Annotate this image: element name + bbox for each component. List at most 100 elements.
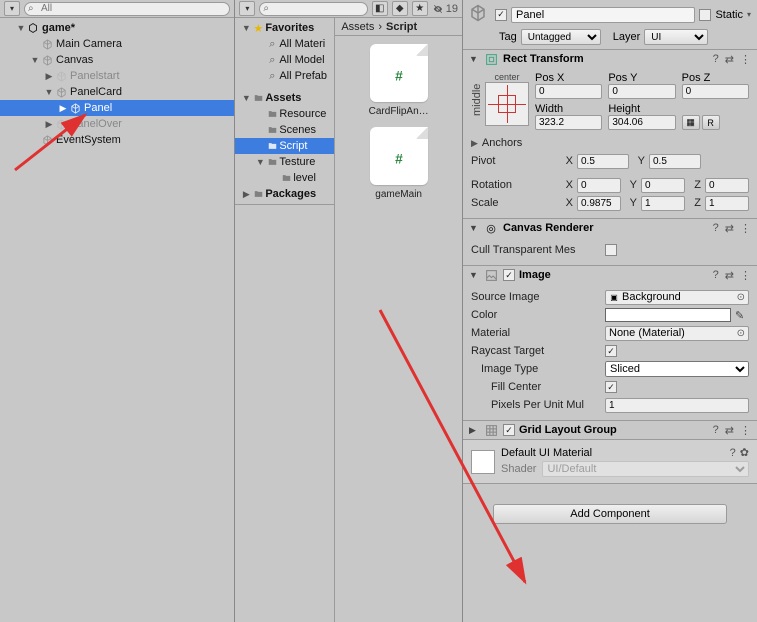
rotx-input[interactable] bbox=[577, 178, 621, 193]
scaley-input[interactable] bbox=[641, 196, 685, 211]
search-filter-row[interactable]: ⌕All Prefab bbox=[235, 68, 334, 84]
width-input[interactable] bbox=[535, 115, 602, 130]
folder-row[interactable]: Scenes bbox=[235, 122, 334, 138]
hidden-count[interactable]: 19 bbox=[432, 3, 458, 15]
image-type-dropdown[interactable]: Sliced bbox=[605, 361, 749, 377]
component-title: Rect Transform bbox=[503, 53, 709, 65]
preset-icon[interactable]: ⇄ bbox=[725, 269, 734, 282]
asset-item[interactable]: # gameMain bbox=[370, 127, 428, 200]
anchor-v-label: middle bbox=[471, 72, 483, 116]
rotz-input[interactable] bbox=[705, 178, 749, 193]
hierarchy-item[interactable]: ▶ Panelstart bbox=[0, 68, 234, 84]
favorite-button[interactable]: ★ bbox=[412, 1, 428, 16]
project-search-input[interactable] bbox=[259, 2, 367, 16]
preset-icon[interactable]: ⇄ bbox=[725, 53, 734, 66]
fold-icon[interactable]: ▼ bbox=[469, 270, 479, 280]
scalex-input[interactable] bbox=[577, 196, 621, 211]
hierarchy-item[interactable]: ▼ Canvas bbox=[0, 52, 234, 68]
help-icon[interactable]: ? bbox=[713, 53, 719, 66]
help-icon[interactable]: ? bbox=[730, 447, 736, 459]
search-filter-row[interactable]: ⌕All Materi bbox=[235, 36, 334, 52]
layer-dropdown[interactable]: UI bbox=[644, 29, 708, 45]
hierarchy-search-input[interactable] bbox=[24, 2, 230, 16]
blueprint-button[interactable]: ▦ bbox=[682, 115, 700, 130]
roty-input[interactable] bbox=[641, 178, 685, 193]
shader-label: Shader bbox=[501, 463, 536, 475]
search-icon: ⌕ bbox=[265, 38, 279, 51]
posy-input[interactable] bbox=[608, 84, 675, 99]
gameobject-icon bbox=[40, 53, 54, 67]
help-icon[interactable]: ? bbox=[713, 269, 719, 282]
cull-label: Cull Transparent Mes bbox=[471, 244, 601, 256]
help-icon[interactable]: ? bbox=[713, 424, 719, 437]
anchor-preset-button[interactable] bbox=[485, 82, 529, 126]
raw-edit-button[interactable]: R bbox=[702, 115, 720, 130]
packages-row[interactable]: ▶Packages bbox=[235, 186, 334, 202]
fold-icon[interactable]: ▼ bbox=[469, 54, 479, 64]
material-field[interactable]: None (Material)⊙ bbox=[605, 326, 749, 341]
hierarchy-item[interactable]: ▼ PanelCard bbox=[0, 84, 234, 100]
hierarchy-item[interactable]: ▶ PanelOver bbox=[0, 116, 234, 132]
scene-row[interactable]: ▼ game* bbox=[0, 20, 234, 36]
folder-row[interactable]: level bbox=[235, 170, 334, 186]
folder-row-selected[interactable]: Script bbox=[235, 138, 334, 154]
add-component-button[interactable]: Add Component bbox=[493, 504, 727, 524]
fold-icon[interactable]: ▼ bbox=[469, 223, 479, 233]
fold-icon[interactable]: ▶ bbox=[469, 425, 479, 436]
folder-icon bbox=[251, 189, 265, 199]
folder-row[interactable]: ▼Testure bbox=[235, 154, 334, 170]
filter-type-button[interactable]: ◧ bbox=[372, 1, 388, 16]
asset-label: gameMain bbox=[375, 189, 422, 200]
menu-icon[interactable]: ⋮ bbox=[740, 424, 751, 437]
fill-center-checkbox[interactable]: ✓ bbox=[605, 381, 617, 393]
breadcrumb-item[interactable]: Script bbox=[386, 21, 417, 33]
asset-item[interactable]: # CardFlipAn… bbox=[369, 44, 429, 117]
hierarchy-item[interactable]: EventSystem bbox=[0, 132, 234, 148]
project-create-dropdown[interactable]: ▾ bbox=[239, 1, 255, 16]
raycast-checkbox[interactable]: ✓ bbox=[605, 345, 617, 357]
posz-input[interactable] bbox=[682, 84, 749, 99]
image-enable-checkbox[interactable]: ✓ bbox=[503, 269, 515, 281]
filter-label-button[interactable]: ◆ bbox=[392, 1, 408, 16]
eyedropper-icon[interactable]: ✎ bbox=[735, 309, 749, 322]
hierarchy-item[interactable]: Main Camera bbox=[0, 36, 234, 52]
preset-icon[interactable]: ⇄ bbox=[725, 222, 734, 235]
cull-checkbox[interactable] bbox=[605, 244, 617, 256]
image-type-label: Image Type bbox=[471, 363, 601, 375]
assets-row[interactable]: ▼Assets bbox=[235, 90, 334, 106]
static-checkbox[interactable] bbox=[699, 9, 711, 21]
gear-icon[interactable]: ✿ bbox=[740, 446, 749, 459]
ppu-input[interactable] bbox=[605, 398, 749, 413]
posx-input[interactable] bbox=[535, 84, 602, 99]
anchors-fold[interactable]: ▶ bbox=[471, 138, 478, 149]
height-input[interactable] bbox=[608, 115, 675, 130]
search-filter-row[interactable]: ⌕All Model bbox=[235, 52, 334, 68]
posy-label: Pos Y bbox=[608, 72, 675, 84]
folder-icon bbox=[265, 125, 279, 135]
hierarchy-create-dropdown[interactable]: ▾ bbox=[4, 1, 20, 16]
favorites-row[interactable]: ▼★Favorites bbox=[235, 20, 334, 36]
scalez-input[interactable] bbox=[705, 196, 749, 211]
menu-icon[interactable]: ⋮ bbox=[740, 53, 751, 66]
menu-icon[interactable]: ⋮ bbox=[740, 269, 751, 282]
object-picker-icon[interactable]: ⊙ bbox=[737, 328, 745, 339]
folder-row[interactable]: Resource bbox=[235, 106, 334, 122]
anchor-h-label: center bbox=[485, 72, 529, 82]
menu-icon[interactable]: ⋮ bbox=[740, 222, 751, 235]
hierarchy-item-selected[interactable]: ▶ Panel bbox=[0, 100, 234, 116]
object-picker-icon[interactable]: ⊙ bbox=[737, 292, 745, 303]
preset-icon[interactable]: ⇄ bbox=[725, 424, 734, 437]
grid-enable-checkbox[interactable]: ✓ bbox=[503, 424, 515, 436]
static-dropdown-icon[interactable]: ▾ bbox=[747, 10, 751, 19]
pivot-y-input[interactable] bbox=[649, 154, 701, 169]
project-tree: ▼★Favorites ⌕All Materi ⌕All Model ⌕All … bbox=[235, 18, 334, 205]
tag-dropdown[interactable]: Untagged bbox=[521, 29, 601, 45]
object-name-input[interactable] bbox=[511, 7, 695, 23]
source-image-field[interactable]: ▣Background⊙ bbox=[605, 290, 749, 305]
pivot-x-input[interactable] bbox=[577, 154, 629, 169]
help-icon[interactable]: ? bbox=[713, 222, 719, 235]
breadcrumb-item[interactable]: Assets bbox=[341, 21, 374, 33]
color-field[interactable] bbox=[605, 308, 731, 322]
tag-label: Tag bbox=[499, 31, 517, 43]
active-checkbox[interactable]: ✓ bbox=[495, 9, 507, 21]
